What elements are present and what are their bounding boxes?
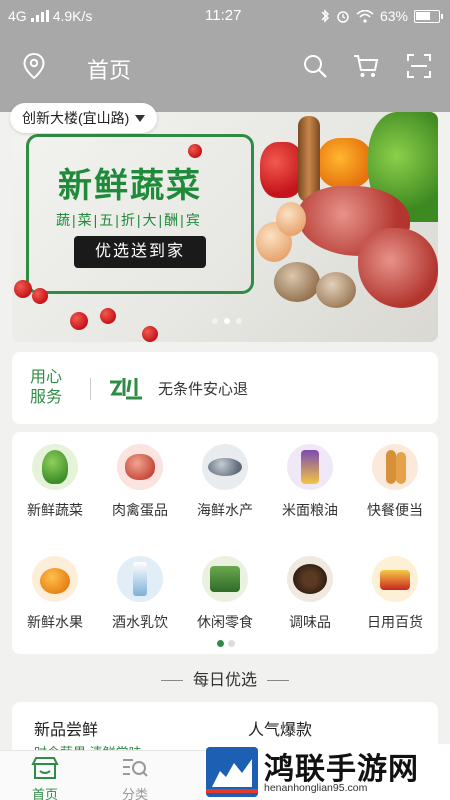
network-speed: 4.9K/s	[52, 8, 93, 24]
scan-icon[interactable]	[406, 53, 432, 79]
tomato-image	[142, 326, 158, 342]
page-title: 首页	[87, 58, 132, 83]
category-item-fruit[interactable]: 新鲜水果	[12, 556, 98, 632]
grain-oil-icon	[287, 444, 333, 490]
tomato-image	[188, 144, 202, 158]
status-bar: 4G 4.9K/s 11:27 63%	[0, 0, 450, 32]
banner-headline: 新鲜蔬菜	[58, 167, 202, 205]
home-store-icon	[31, 757, 59, 779]
bluetooth-icon	[321, 9, 330, 23]
service-text: 无条件安心退	[158, 381, 249, 398]
category-label: 海鲜水产	[197, 502, 253, 518]
category-label: 新鲜蔬菜	[27, 502, 83, 518]
drink-icon	[117, 556, 163, 602]
category-item-daily-goods[interactable]: 日用百货	[352, 556, 438, 632]
banner-pill: 优选送到家	[74, 236, 206, 268]
category-label: 肉禽蛋品	[112, 502, 168, 518]
promo-banner[interactable]: 新鲜蔬菜 蔬|菜|五|折|大|酬|宾 优选送到家	[12, 112, 438, 342]
tomato-image	[14, 280, 32, 298]
category-label: 酒水乳饮	[112, 614, 168, 630]
category-pagination	[217, 640, 235, 647]
category-item-grain-oil[interactable]: 米面粮油	[267, 444, 353, 520]
battery-icon	[414, 9, 443, 23]
category-item-meat[interactable]: 肉禽蛋品	[97, 444, 183, 520]
tab-category[interactable]: 分类	[105, 755, 165, 800]
category-item-seafood[interactable]: 海鲜水产	[182, 444, 268, 520]
dropdown-arrow-icon	[135, 114, 146, 122]
watermark: 鸿联手游网 henanhonglian95.com	[204, 744, 450, 800]
service-label: 用心服务	[30, 369, 63, 406]
signal-icon	[30, 10, 49, 22]
vegetable-icon	[32, 444, 78, 490]
search-icon[interactable]	[302, 53, 328, 79]
tab-label: 首页	[31, 787, 58, 800]
daily-goods-icon	[372, 556, 418, 602]
mushroom-image	[274, 262, 320, 302]
featured-right-title: 人气爆款	[248, 722, 313, 739]
banner-pagination	[212, 318, 242, 324]
network-type: 4G	[8, 8, 27, 24]
watermark-url: henanhonglian95.com	[264, 782, 368, 794]
alarm-icon	[337, 11, 349, 23]
category-label: 快餐便当	[367, 502, 423, 518]
daily-picks-title: 每日优选	[0, 666, 450, 690]
location-selector[interactable]: 创新大楼(宜山路)	[10, 103, 158, 133]
banner-subline: 蔬|菜|五|折|大|酬|宾	[56, 212, 202, 228]
fruit-icon	[32, 556, 78, 602]
cart-icon[interactable]	[352, 53, 380, 79]
category-item-fast-food[interactable]: 快餐便当	[352, 444, 438, 520]
slide-dot-active	[224, 318, 230, 324]
nav-bar: 首页	[0, 40, 450, 92]
clock: 11:27	[205, 7, 242, 24]
meat-image	[358, 228, 438, 308]
divider	[90, 378, 91, 400]
yellow-pepper-image	[318, 138, 372, 188]
bread-icon	[372, 444, 418, 490]
location-pin-icon[interactable]	[22, 52, 46, 80]
tab-home[interactable]: 首页	[15, 755, 75, 800]
category-label: 日用百货	[367, 614, 423, 630]
category-label: 调味品	[289, 614, 331, 630]
mushroom-image	[316, 272, 356, 308]
slide-dot	[236, 318, 242, 324]
category-item-drinks[interactable]: 酒水乳饮	[97, 556, 183, 632]
battery-percent: 63%	[379, 8, 408, 24]
watermark-logo	[206, 747, 258, 797]
seafood-icon	[202, 444, 248, 490]
tomato-image	[32, 288, 48, 304]
service-card[interactable]: 用心服务 无条件安心退	[12, 352, 438, 424]
category-label: 米面粮油	[282, 502, 338, 518]
refund-logo-icon	[110, 378, 142, 400]
slide-dot	[212, 318, 218, 324]
seasoning-icon	[287, 556, 333, 602]
snack-icon	[202, 556, 248, 602]
page-dot-active	[217, 640, 224, 647]
tomato-image	[70, 312, 88, 330]
meat-icon	[117, 444, 163, 490]
category-label: 新鲜水果	[27, 614, 83, 630]
category-item-snacks[interactable]: 休闲零食	[182, 556, 268, 632]
location-label: 创新大楼(宜山路)	[22, 110, 130, 126]
category-item-seasoning[interactable]: 调味品	[267, 556, 353, 632]
pepper-grinder-image	[298, 116, 320, 202]
category-item-vegetables[interactable]: 新鲜蔬菜	[12, 444, 98, 520]
page-dot	[228, 640, 235, 647]
tomato-image	[100, 308, 116, 324]
category-label: 休闲零食	[197, 614, 253, 630]
wifi-icon	[356, 9, 374, 23]
featured-left-title: 新品尝鲜	[34, 722, 99, 739]
tab-label: 分类	[121, 787, 148, 800]
category-grid: 新鲜蔬菜 肉禽蛋品 海鲜水产 米面粮油 快餐便当 新鲜水果 酒水乳饮 休闲零食 …	[12, 432, 438, 654]
egg-image	[276, 202, 306, 236]
category-search-icon	[123, 759, 148, 777]
